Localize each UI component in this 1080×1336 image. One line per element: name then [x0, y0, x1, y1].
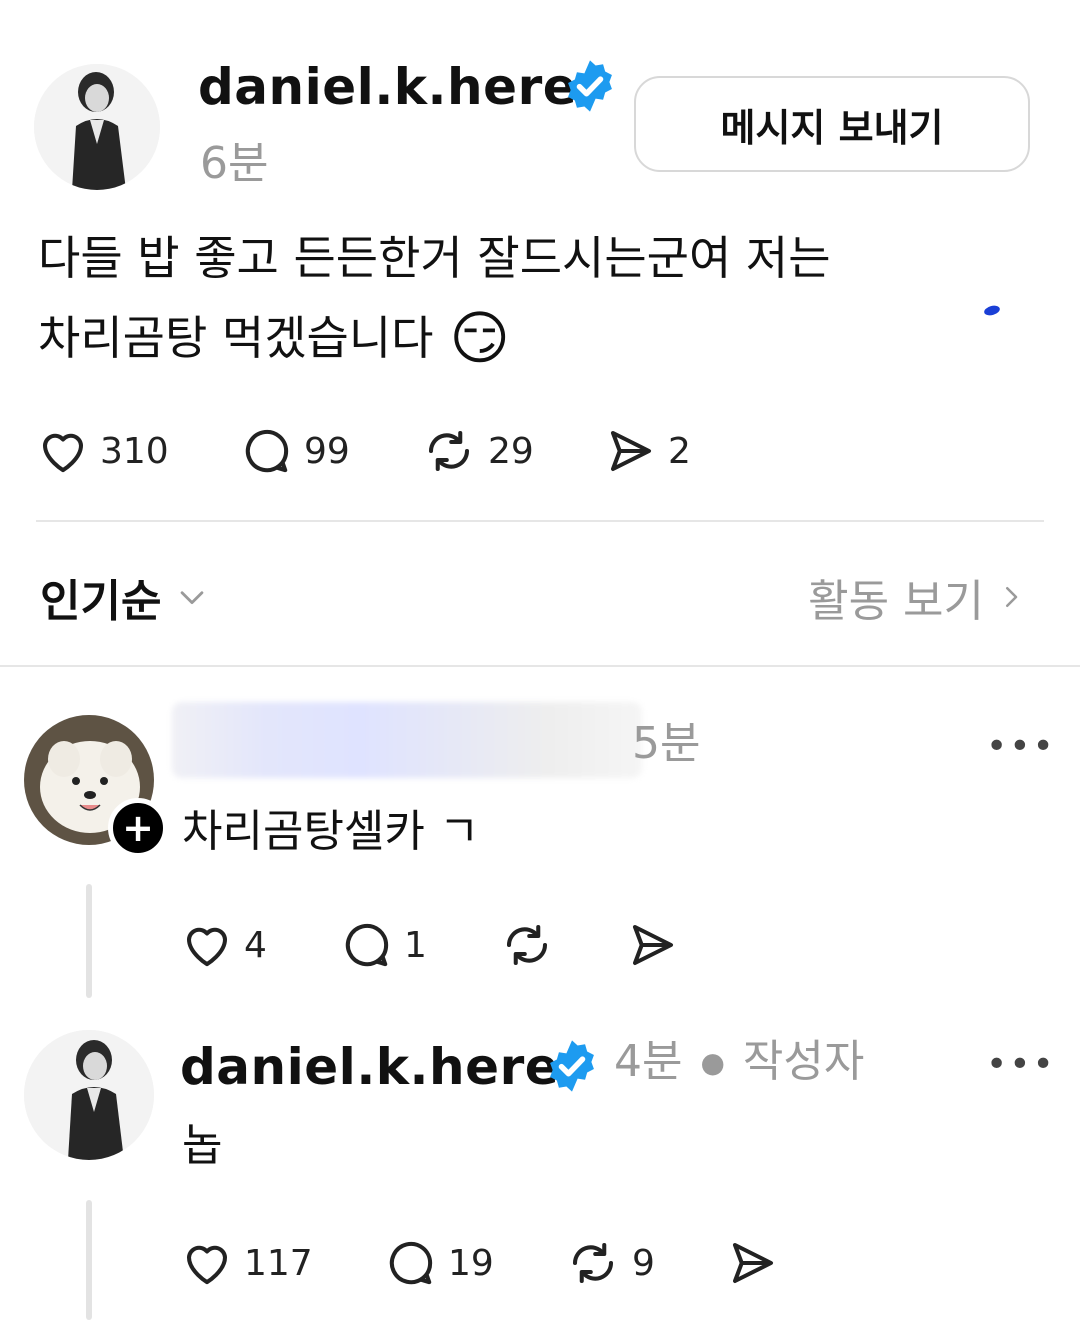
author-avatar[interactable] — [34, 64, 160, 190]
like-count: 117 — [244, 1242, 313, 1284]
comment-icon — [245, 429, 289, 473]
share-count: 2 — [668, 430, 691, 472]
more-icon[interactable]: ••• — [986, 1044, 1056, 1085]
reply-time: 5분 — [632, 718, 701, 769]
separator-dot: ● — [700, 1045, 725, 1079]
heart-icon — [186, 927, 228, 967]
post-text-line-2-text: 차리곰탕 먹겠습니다 — [38, 311, 434, 365]
thread-line — [86, 884, 92, 998]
repost-count: 29 — [488, 430, 534, 472]
post-username[interactable]: daniel.k.here — [198, 62, 577, 112]
reply-time: 4분 — [614, 1036, 683, 1087]
like-count: 4 — [244, 924, 267, 966]
reply-comment-button[interactable]: 1 — [340, 918, 427, 972]
reply-meta: 4분 ● 작성자 — [614, 1040, 864, 1084]
post-text-line-2: 차리곰탕 먹겠습니다 😏 — [38, 298, 1038, 378]
reply-comment-button[interactable]: 19 — [384, 1236, 494, 1290]
activity-label: 활동 보기 — [808, 576, 984, 627]
repost-button[interactable]: 29 — [420, 424, 534, 478]
share-button[interactable]: 2 — [604, 424, 691, 478]
comment-count: 19 — [448, 1242, 494, 1284]
send-icon — [632, 924, 674, 966]
comment-icon — [389, 1241, 433, 1285]
comment-count: 99 — [304, 430, 350, 472]
send-message-button[interactable]: 메시지 보내기 — [634, 76, 1030, 172]
author-reply-avatar[interactable] — [24, 1030, 154, 1160]
reply-repost-button[interactable] — [498, 918, 556, 972]
thread-line — [86, 1200, 92, 1320]
like-button[interactable]: 310 — [36, 424, 169, 478]
post-time: 6분 — [200, 138, 269, 189]
post-text-line-1: 다들 밥 좋고 든든한거 잘드시는군여 저는 — [38, 231, 831, 285]
reply-text: 놉 — [182, 1120, 223, 1171]
sort-label: 인기순 — [40, 576, 162, 627]
reply-text: 차리곰탕셀카 ㄱ — [182, 806, 480, 857]
reply-username[interactable]: daniel.k.here — [180, 1042, 559, 1092]
heart-icon — [186, 1245, 228, 1285]
more-icon[interactable]: ••• — [986, 726, 1056, 767]
reply-like-button[interactable]: 4 — [180, 918, 267, 972]
author-tag: 작성자 — [742, 1036, 865, 1087]
comment-icon — [345, 923, 389, 967]
author-photo — [24, 1030, 154, 1160]
comment-button[interactable]: 99 — [240, 424, 350, 478]
plus-icon: + — [122, 806, 154, 850]
reply-share-button[interactable] — [726, 1236, 780, 1290]
like-count: 310 — [100, 430, 169, 472]
divider — [36, 520, 1044, 522]
verified-icon — [550, 1040, 594, 1092]
heart-icon — [42, 433, 84, 473]
post-text: 다들 밥 좋고 든든한거 잘드시는군여 저는 차리곰탕 먹겠습니다 😏 — [38, 218, 1038, 378]
view-activity-link[interactable]: 활동 보기 — [808, 565, 1026, 629]
blurred-username — [172, 702, 642, 778]
chevron-right-icon — [1006, 587, 1018, 607]
author-photo — [34, 64, 160, 190]
repost-icon — [428, 430, 470, 472]
reply-like-button[interactable]: 117 — [180, 1236, 313, 1290]
verified-icon — [568, 60, 612, 112]
comment-count: 1 — [404, 924, 427, 966]
reply-share-button[interactable] — [626, 918, 680, 972]
sort-dropdown[interactable]: 인기순 — [40, 565, 209, 629]
section-divider — [0, 665, 1080, 667]
repost-icon — [506, 924, 548, 966]
follow-plus-button[interactable]: + — [108, 798, 168, 858]
send-icon — [732, 1242, 774, 1284]
smirk-emoji: 😏 — [449, 304, 510, 372]
repost-icon — [572, 1242, 614, 1284]
repost-count: 9 — [632, 1242, 655, 1284]
reply-repost-button[interactable]: 9 — [564, 1236, 655, 1290]
send-icon — [610, 430, 652, 472]
chevron-down-icon — [181, 591, 204, 605]
